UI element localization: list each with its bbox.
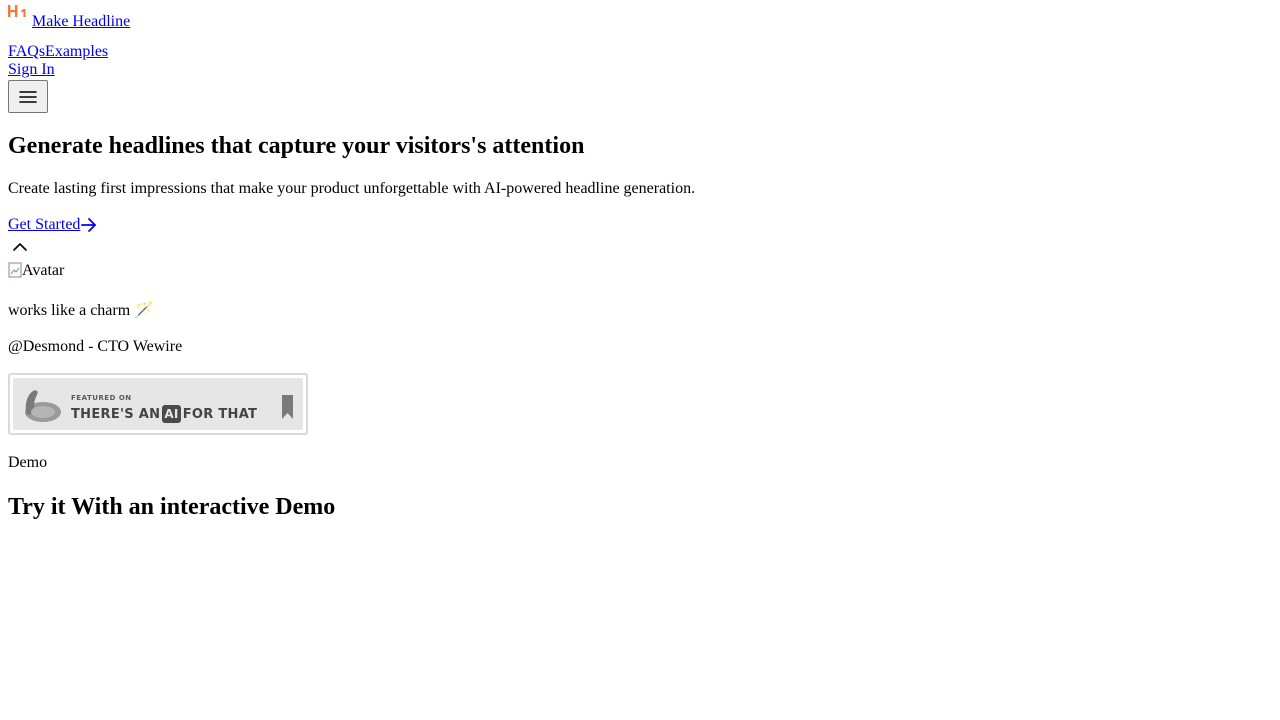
nav-link-examples[interactable]: Examples bbox=[45, 43, 108, 60]
page: Make Headline FAQsExamples Sign In Gener… bbox=[0, 0, 1280, 720]
brand-link[interactable]: Make Headline bbox=[32, 12, 130, 32]
sign-in-link[interactable]: Sign In bbox=[8, 60, 55, 80]
demo-label: Demo bbox=[8, 454, 48, 471]
h1-heading-icon bbox=[8, 5, 26, 17]
badge-small-text: FEATURED ON bbox=[71, 394, 132, 402]
chevron-up-icon[interactable] bbox=[12, 240, 28, 254]
testimonial-quote: works like a charm 🪄 bbox=[8, 302, 155, 319]
primary-nav: FAQsExamples bbox=[8, 42, 108, 62]
avatar: Avatar bbox=[8, 261, 64, 281]
demo-title: Try it With an interactive Demo bbox=[8, 494, 336, 520]
avatar-alt-text: Avatar bbox=[22, 262, 65, 279]
hero-subtitle: Create lasting first impressions that ma… bbox=[8, 180, 696, 197]
bookmark-icon bbox=[282, 395, 293, 419]
featured-badge[interactable]: FEATURED ON THERE'S AN AI FOR THAT bbox=[8, 373, 308, 435]
badge-main-text: THERE'S AN AI FOR THAT bbox=[71, 405, 257, 423]
badge-ai-text: AI bbox=[162, 405, 181, 423]
arm-mascot-icon bbox=[25, 390, 61, 422]
get-started-label: Get Started bbox=[8, 216, 81, 233]
nav-link-faqs[interactable]: FAQs bbox=[8, 43, 45, 60]
arrow-right-icon bbox=[81, 218, 97, 232]
testimonial-author: @Desmond - CTO Wewire bbox=[8, 338, 183, 355]
badge-main-suffix: FOR THAT bbox=[182, 406, 258, 422]
badge-main-prefix: THERE'S AN bbox=[71, 406, 161, 422]
hero-title: Generate headlines that capture your vis… bbox=[8, 133, 585, 159]
broken-image-icon bbox=[8, 262, 22, 278]
hamburger-menu-icon bbox=[19, 90, 37, 103]
badge-panel: FEATURED ON THERE'S AN AI FOR THAT bbox=[13, 378, 303, 430]
menu-button[interactable] bbox=[8, 80, 48, 113]
get-started-button[interactable]: Get Started bbox=[8, 214, 98, 236]
